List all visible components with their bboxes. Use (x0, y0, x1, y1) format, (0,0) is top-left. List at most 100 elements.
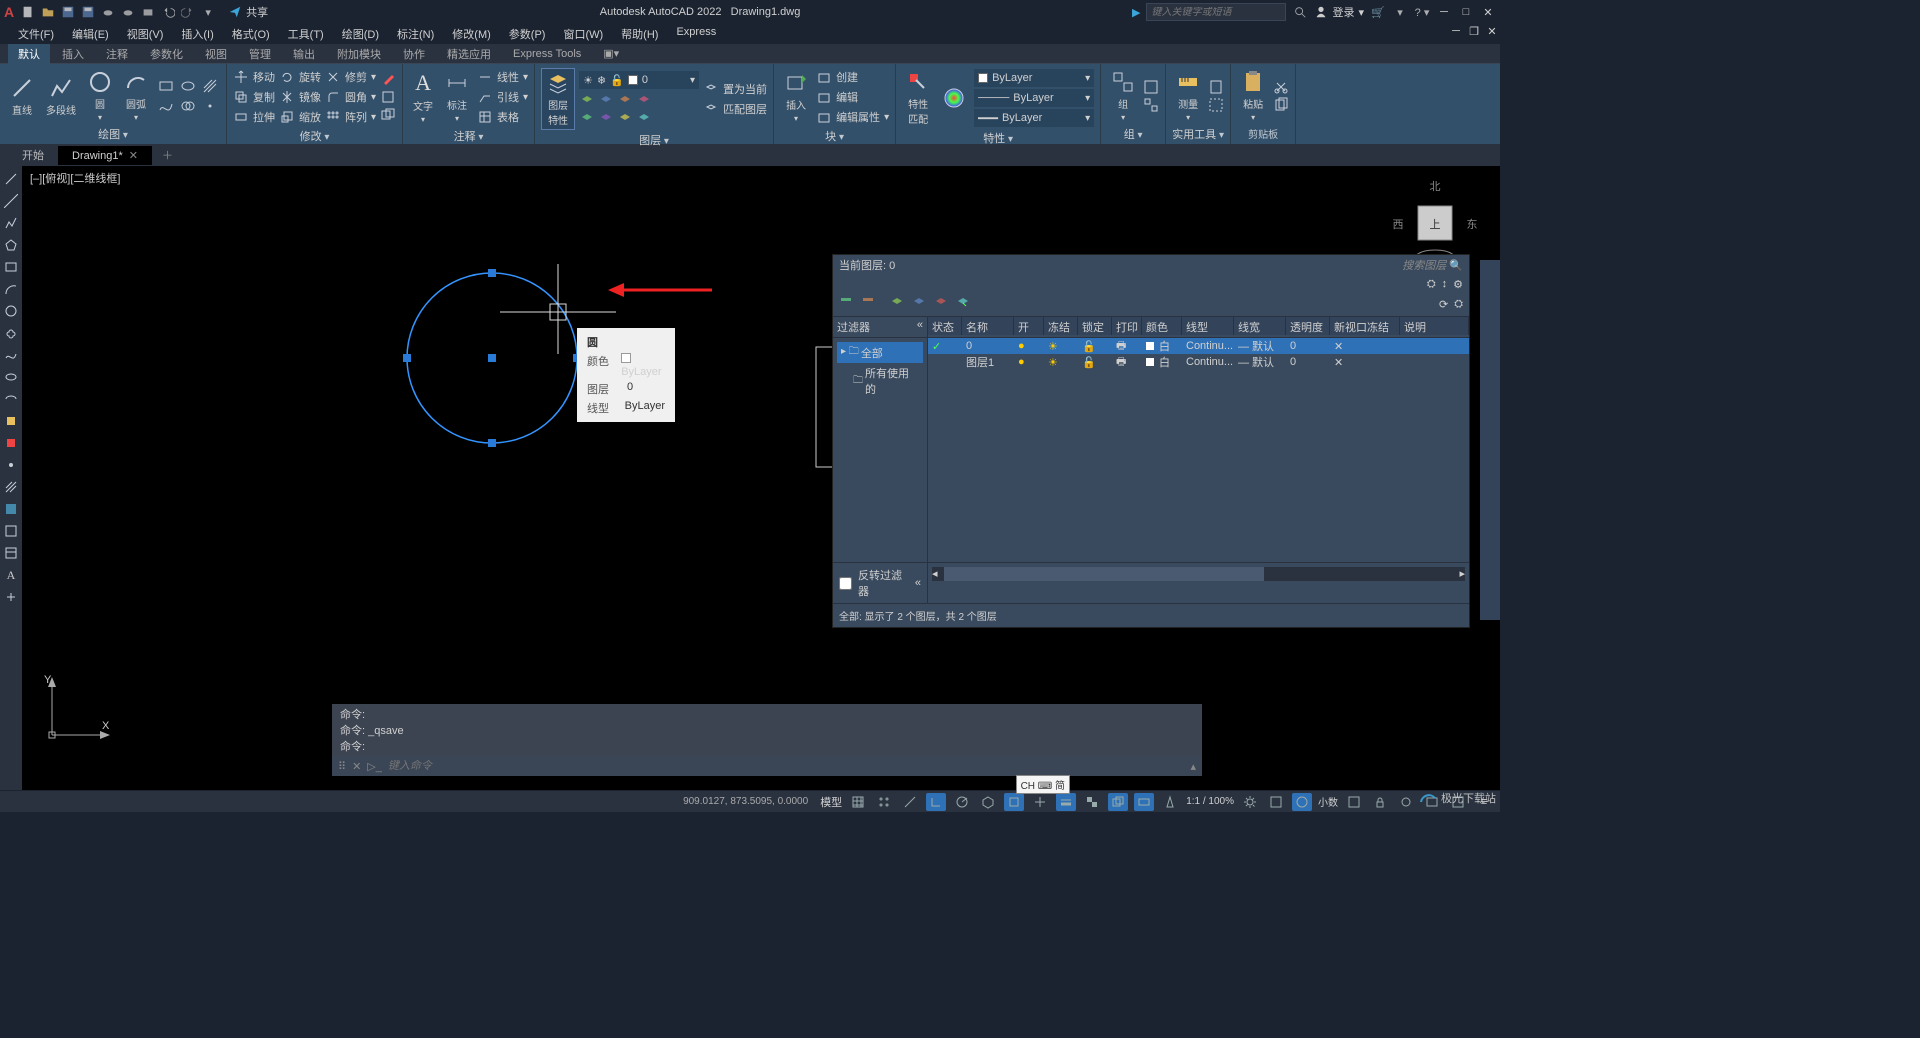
lp-hscroll[interactable]: ◂▸ (932, 567, 1465, 581)
lt-table-icon[interactable] (2, 544, 20, 562)
undo-icon[interactable] (160, 4, 176, 20)
cmd-ellipse-icon[interactable] (178, 77, 198, 95)
grid-icon[interactable] (848, 793, 868, 811)
ribbon-tab-manage[interactable]: 管理 (239, 44, 281, 64)
cmd-spline-icon[interactable] (156, 97, 176, 115)
snap-icon[interactable] (874, 793, 894, 811)
ortho-icon[interactable] (926, 793, 946, 811)
help-icon[interactable]: ? ▾ (1414, 4, 1430, 20)
qat-dropdown-icon[interactable]: ▾ (200, 4, 216, 20)
lt-polygon-icon[interactable] (2, 236, 20, 254)
ribbon-tab-collab[interactable]: 协作 (393, 44, 435, 64)
cmd-scale[interactable]: 缩放 (279, 108, 321, 126)
lp-new-filter-icon[interactable] (839, 295, 855, 314)
lt-region-icon[interactable] (2, 522, 20, 540)
login-button[interactable]: 登录 ▾ (1314, 4, 1364, 20)
filetab-close-icon[interactable]: ✕ (129, 150, 138, 162)
cmd-circle[interactable]: 圆▾ (84, 68, 116, 124)
close-icon[interactable]: ✕ (1480, 5, 1496, 19)
lt-revcloud-icon[interactable] (2, 324, 20, 342)
redo-icon[interactable] (180, 4, 196, 20)
ribbon-tab-featured[interactable]: 精选应用 (437, 44, 501, 64)
lwt-icon[interactable] (1056, 793, 1076, 811)
ribbon-tab-view[interactable]: 视图 (195, 44, 237, 64)
annotation-monitor-icon[interactable] (1292, 793, 1312, 811)
lt-line-icon[interactable] (2, 170, 20, 188)
menu-dim[interactable]: 标注(N) (389, 24, 442, 44)
lock-ui-icon[interactable] (1370, 793, 1390, 811)
iso-icon[interactable] (978, 793, 998, 811)
lt-circle-icon[interactable] (2, 302, 20, 320)
ribbon-tab-addons[interactable]: 附加模块 (327, 44, 391, 64)
layer-tool-3-icon[interactable] (617, 93, 633, 109)
save-icon[interactable] (60, 4, 76, 20)
saveas-icon[interactable] (80, 4, 96, 20)
cmd-palette-icon[interactable] (938, 84, 970, 112)
filetab-add-icon[interactable]: ＋ (152, 144, 183, 166)
lineweight-dropdown[interactable]: ━━━ByLayer▾ (974, 109, 1094, 127)
invert-filter-checkbox[interactable] (839, 577, 852, 590)
lp-new-group-filter-icon[interactable] (861, 295, 877, 314)
cut-icon[interactable] (1273, 79, 1289, 95)
cmd-region-icon[interactable] (178, 97, 198, 115)
lp-expand-icon[interactable]: ↕ (1442, 278, 1448, 290)
cart-icon[interactable]: 🛒 (1370, 4, 1386, 20)
lt-makeblock-icon[interactable] (2, 434, 20, 452)
otrack-icon[interactable] (1030, 793, 1050, 811)
lt-rect-icon[interactable] (2, 258, 20, 276)
cmd-matchlayer[interactable]: 匹配图层 (703, 100, 767, 118)
gear-icon[interactable] (1240, 793, 1260, 811)
lt-xline-icon[interactable] (2, 192, 20, 210)
lt-text-icon[interactable]: A (2, 566, 20, 584)
minimize-icon[interactable]: ─ (1436, 5, 1452, 19)
filetab-drawing1[interactable]: Drawing1*✕ (58, 146, 152, 165)
menu-help[interactable]: 帮助(H) (613, 24, 666, 44)
doc-close-icon[interactable]: ✕ (1484, 24, 1500, 38)
linetype-dropdown[interactable]: ────ByLayer▾ (974, 89, 1094, 107)
lt-hatch-icon[interactable] (2, 478, 20, 496)
selection-cycling-icon[interactable] (1108, 793, 1128, 811)
copy-clip-icon[interactable] (1273, 97, 1289, 113)
ribbon-focus-icon[interactable]: ▣▾ (593, 45, 629, 62)
cmd-hatch-icon[interactable] (200, 77, 220, 95)
cmd-fillet[interactable]: 圆角 ▾ (325, 88, 376, 106)
cmd-group[interactable]: 组▾ (1107, 68, 1139, 124)
ungroup-icon[interactable] (1143, 97, 1159, 113)
cmd-setcurrent[interactable]: 置为当前 (703, 80, 767, 98)
lt-pline-icon[interactable] (2, 214, 20, 232)
cmd-arc[interactable]: 圆弧▾ (120, 68, 152, 124)
layer-tool-4-icon[interactable] (636, 93, 652, 109)
lp-search[interactable]: 搜索图层 (1402, 260, 1446, 272)
menu-express[interactable]: Express (668, 24, 724, 44)
menu-tools[interactable]: 工具(T) (280, 24, 332, 44)
cmd-array[interactable]: 阵列 ▾ (325, 108, 376, 126)
lp-new-layer-icon[interactable] (889, 295, 905, 314)
filter-all[interactable]: ▸ 🗀 全部 (837, 342, 923, 363)
cmd-create-block[interactable]: 创建 (816, 68, 889, 86)
cmd-layer-props[interactable]: 图层 特性 (541, 68, 575, 130)
lt-ellipsearc-icon[interactable] (2, 390, 20, 408)
annotation-scale-icon[interactable] (1160, 793, 1180, 811)
lp-new-layer-vp-icon[interactable] (911, 295, 927, 314)
layer-dropdown[interactable]: ☀❄🔓0▾ (579, 71, 699, 89)
select-icon[interactable] (1208, 97, 1224, 113)
lt-gradient-icon[interactable] (2, 500, 20, 518)
cmd-close-icon[interactable]: ✕ (352, 760, 361, 773)
lt-point-icon[interactable] (2, 456, 20, 474)
menu-draw[interactable]: 绘图(D) (334, 24, 387, 44)
cmd-explode-icon[interactable] (380, 89, 396, 105)
cmd-point-icon[interactable] (200, 97, 220, 115)
cmd-edit-attr[interactable]: 编辑属性 ▾ (816, 108, 889, 126)
cmd-dropdown-icon[interactable]: ▴ (1190, 760, 1196, 773)
lp-settings-icon[interactable]: ⚙ (1453, 278, 1463, 291)
lp-delete-layer-icon[interactable] (933, 295, 949, 314)
cmd-trim[interactable]: 修剪 ▾ (325, 68, 376, 86)
status-units[interactable]: 小数 (1318, 794, 1338, 809)
menu-format[interactable]: 格式(O) (224, 24, 278, 44)
menu-insert[interactable]: 插入(I) (173, 24, 221, 44)
layer-tool-7-icon[interactable] (617, 111, 633, 127)
layer-tool-8-icon[interactable] (636, 111, 652, 127)
lt-spline-icon[interactable] (2, 346, 20, 364)
status-zoom[interactable]: 1:1 / 100% (1186, 796, 1234, 807)
cmd-move[interactable]: 移动 (233, 68, 275, 86)
